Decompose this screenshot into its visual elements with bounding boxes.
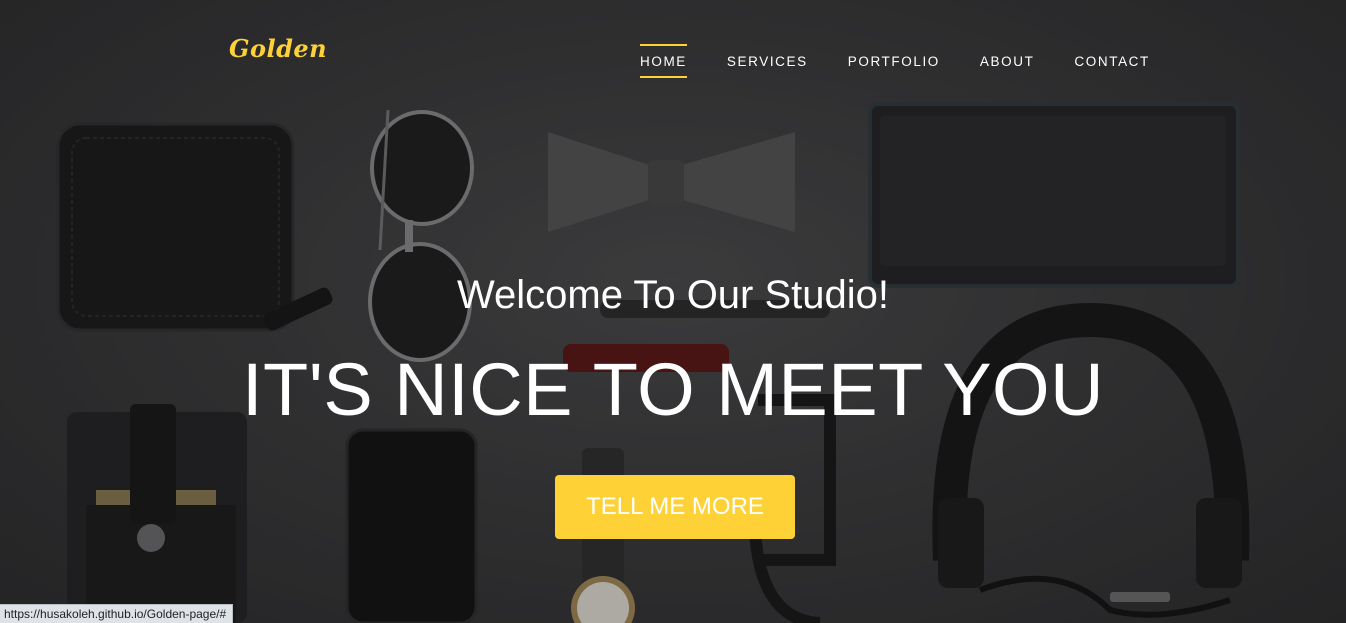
intro-lead-in: Welcome To Our Studio! — [456, 273, 890, 317]
nav-item-services[interactable]: SERVICES — [727, 44, 808, 78]
nav-item-about[interactable]: ABOUT — [980, 44, 1035, 78]
main-navigation: HOME SERVICES PORTFOLIO ABOUT CONTACT — [640, 44, 1190, 78]
intro-heading: IT'S NICE TO MEET YOU — [241, 348, 1105, 431]
nav-item-contact[interactable]: CONTACT — [1074, 44, 1149, 78]
tell-me-more-button[interactable]: TELL ME MORE — [555, 475, 795, 539]
brand-logo[interactable]: Golden — [229, 34, 327, 63]
hero-section: Golden HOME SERVICES PORTFOLIO ABOUT CON… — [0, 0, 1346, 623]
status-bar-url: https://husakoleh.github.io/Golden-page/… — [0, 604, 234, 623]
nav-item-home[interactable]: HOME — [640, 44, 687, 78]
nav-item-portfolio[interactable]: PORTFOLIO — [848, 44, 940, 78]
